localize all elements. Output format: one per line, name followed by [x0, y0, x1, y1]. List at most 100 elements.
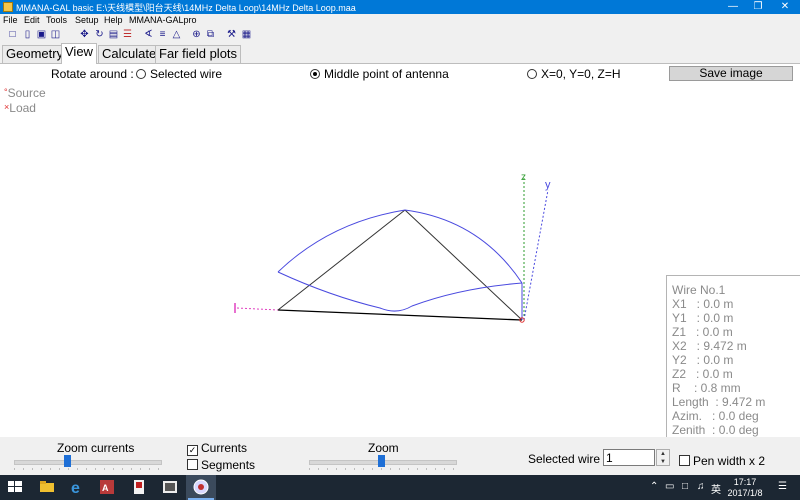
clock[interactable]: 17:17 2017/1/8 — [724, 477, 766, 499]
wire-info-x2: X2 : 9.472 m — [672, 339, 747, 353]
minimize-icon[interactable]: — — [720, 0, 746, 14]
rotate-icon[interactable]: ↻ — [94, 29, 105, 40]
zoom-currents-track[interactable] — [14, 460, 162, 465]
title-bar: MMANA-GAL basic E:\天线模型\阳台天线\14MHz Delta… — [0, 0, 800, 14]
tray-arrow-icon[interactable]: ⌃ — [650, 481, 658, 492]
table-icon[interactable]: ☰ — [122, 29, 133, 40]
source-icon[interactable]: ∢ — [143, 29, 154, 40]
target-icon[interactable]: ⊕ — [191, 29, 202, 40]
zoom-currents-ticks — [14, 468, 162, 470]
file-explorer-icon[interactable] — [38, 478, 56, 496]
wire-1 — [277, 309, 523, 321]
zoom-currents-slider[interactable] — [64, 455, 71, 467]
selected-wire-spinner[interactable]: ▲ ▼ — [656, 449, 670, 466]
menu-mmana-galpro[interactable]: MMANA-GALpro — [129, 15, 197, 25]
duplicate-icon[interactable]: ⧉ — [205, 29, 216, 40]
wire-info-radius: R : 0.8 mm — [672, 381, 741, 395]
wire-info-title: Wire No.1 — [672, 283, 726, 297]
clock-time: 17:17 — [733, 477, 757, 487]
wire-info-z2: Z2 : 0.0 m — [672, 367, 733, 381]
zoom-currents-label: Zoom currents — [57, 441, 135, 455]
checkbox-box[interactable] — [187, 459, 198, 470]
legend-load: ×Load — [4, 101, 36, 115]
calculator-icon[interactable]: ▦ — [241, 29, 252, 40]
wire-info-z1: Z1 : 0.0 m — [672, 325, 733, 339]
tab-far-field-plots[interactable]: Far field plots — [155, 45, 242, 63]
network-icon[interactable]: □ — [682, 481, 688, 492]
checkbox-label: Segments — [201, 458, 256, 472]
menu-bar: File Edit Tools Setup Help MMANA-GALpro — [0, 14, 800, 27]
radio-dot[interactable] — [527, 69, 537, 79]
wire-info-zenith: Zenith : 0.0 deg — [672, 423, 759, 437]
legend-load-label: Load — [9, 101, 36, 115]
zoom-label: Zoom — [368, 441, 399, 455]
radio-label: Middle point of antenna — [324, 67, 449, 81]
radio-label: X=0, Y=0, Z=H — [541, 67, 621, 81]
load-icon[interactable]: ≡ — [157, 29, 168, 40]
menu-setup[interactable]: Setup — [75, 15, 99, 25]
clock-date: 2017/1/8 — [727, 488, 763, 498]
wire-3 — [404, 209, 523, 321]
mmana-icon[interactable] — [192, 478, 210, 496]
wire-info-y2: Y2 : 0.0 m — [672, 353, 734, 367]
radio-dot[interactable] — [310, 69, 320, 79]
app-icon[interactable] — [3, 2, 13, 12]
menu-edit[interactable]: Edit — [24, 15, 40, 25]
wire-info-panel: Wire No.1 X1 : 0.0 m Y1 : 0.0 m Z1 : 0.0… — [666, 275, 800, 439]
ime-indicator[interactable]: 英 — [711, 481, 721, 496]
bottom-control-bar: Zoom currents ✓ Currents Segments Zoom Se… — [0, 437, 800, 475]
source-marker-icon — [519, 317, 525, 323]
edge-icon[interactable]: e — [68, 478, 86, 496]
copy-icon[interactable]: ◫ — [50, 29, 61, 40]
checkbox-box[interactable]: ✓ — [187, 445, 198, 456]
current-curve-bottom — [277, 271, 523, 312]
tray-monitor-icon[interactable]: ▭ — [665, 481, 674, 492]
radio-origin-height[interactable]: X=0, Y=0, Z=H — [527, 67, 621, 81]
save-image-button[interactable]: Save image — [669, 66, 793, 81]
radio-dot[interactable] — [136, 69, 146, 79]
menu-tools[interactable]: Tools — [46, 15, 67, 25]
tab-view[interactable]: View — [61, 43, 97, 64]
save-icon[interactable]: ▣ — [36, 29, 47, 40]
maximize-icon[interactable]: ❐ — [745, 0, 771, 14]
legend-source-label: Source — [7, 86, 46, 100]
radio-selected-wire[interactable]: Selected wire — [136, 67, 222, 81]
window-title: MMANA-GAL basic E:\天线模型\阳台天线\14MHz Delta… — [16, 3, 356, 13]
tools-icon[interactable]: ⚒ — [226, 29, 237, 40]
pen-width-checkbox[interactable]: Pen width x 2 — [679, 454, 765, 468]
wire-edit-icon[interactable]: ▤ — [108, 29, 119, 40]
segments-checkbox[interactable]: Segments — [187, 458, 255, 472]
app-icon[interactable] — [130, 478, 148, 496]
open-folder-icon[interactable]: ▯ — [22, 29, 33, 40]
move-icon[interactable]: ✥ — [79, 29, 90, 40]
current-curve-left — [277, 209, 406, 273]
selected-wire-label: Selected wire — [528, 452, 601, 466]
new-file-icon[interactable]: □ — [7, 29, 18, 40]
menu-help[interactable]: Help — [104, 15, 123, 25]
checkbox-label: Pen width x 2 — [693, 454, 766, 468]
start-icon[interactable] — [6, 478, 24, 496]
currents-checkbox[interactable]: ✓ Currents — [187, 441, 247, 456]
zoom-slider[interactable] — [378, 455, 385, 467]
svg-text:A: A — [102, 483, 109, 493]
checkbox-box[interactable] — [679, 455, 690, 466]
selected-wire-input[interactable]: 1 — [603, 449, 655, 466]
tab-strip: Geometry View Calculate Far field plots — [0, 43, 800, 64]
tab-geometry[interactable]: Geometry — [2, 45, 68, 63]
access-icon[interactable]: A — [98, 478, 116, 496]
menu-file[interactable]: File — [3, 15, 18, 25]
y-axis — [523, 189, 549, 321]
radio-middle-point[interactable]: Middle point of antenna — [310, 67, 449, 81]
zoom-ticks — [309, 468, 457, 470]
wire-info-x1: X1 : 0.0 m — [672, 297, 734, 311]
volume-icon[interactable]: ♫ — [697, 481, 705, 492]
taskbar: e A ⌃ ▭ □ ♫ 英 17:17 2017/1/8 ☰ — [0, 475, 800, 500]
photo-icon[interactable] — [161, 478, 179, 496]
notification-icon[interactable]: ☰ — [778, 481, 787, 492]
svg-text:e: e — [71, 480, 80, 496]
tab-calculate[interactable]: Calculate — [98, 45, 161, 63]
triangle-icon[interactable]: △ — [171, 29, 182, 40]
close-icon[interactable]: ✕ — [772, 0, 798, 14]
wire-info-y1: Y1 : 0.0 m — [672, 311, 734, 325]
z-axis-label: z — [521, 172, 526, 183]
